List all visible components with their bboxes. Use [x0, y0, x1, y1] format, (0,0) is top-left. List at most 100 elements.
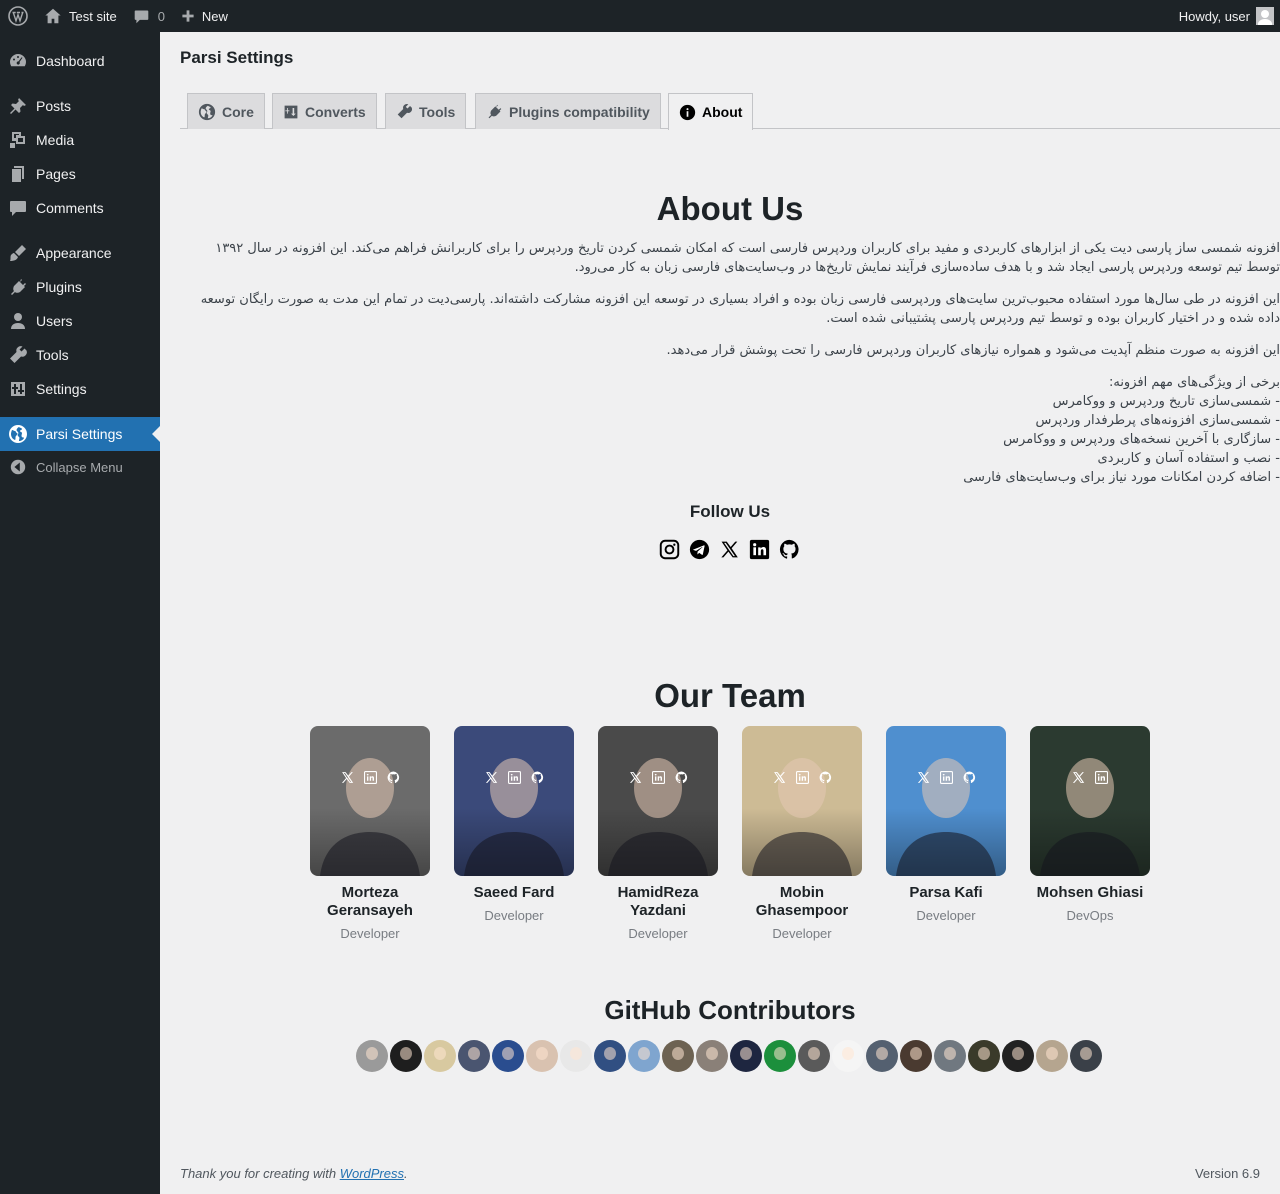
member-photo — [598, 726, 718, 876]
contributor-avatar[interactable] — [1070, 1040, 1102, 1072]
linkedin-icon[interactable] — [1094, 770, 1109, 785]
sidebar-item-settings[interactable]: Settings — [0, 372, 160, 406]
linkedin-icon[interactable] — [651, 770, 666, 785]
tab-label: Tools — [419, 103, 456, 120]
footer-thanks-suffix: . — [404, 1166, 408, 1181]
sidebar-item-parsi-settings[interactable]: Parsi Settings — [0, 417, 160, 451]
telegram-icon[interactable] — [688, 538, 710, 560]
site-name-link[interactable]: Test site — [36, 0, 125, 32]
about-us-heading: About Us — [656, 190, 804, 227]
contributor-avatar[interactable] — [356, 1040, 388, 1072]
pin-icon — [0, 96, 36, 116]
wordpress-link[interactable]: WordPress — [340, 1166, 404, 1181]
footer-version: Version 6.9 — [1194, 1166, 1260, 1181]
contributor-avatar[interactable] — [560, 1040, 592, 1072]
linkedin-icon[interactable] — [748, 538, 770, 560]
x-icon[interactable] — [1071, 770, 1086, 785]
contributor-avatar[interactable] — [628, 1040, 660, 1072]
sidebar-item-posts[interactable]: Posts — [0, 89, 160, 123]
user-account-link[interactable]: Howdy, user — [1171, 0, 1280, 32]
x-icon[interactable] — [718, 538, 740, 560]
contributor-avatar[interactable] — [390, 1040, 422, 1072]
contributor-avatar[interactable] — [662, 1040, 694, 1072]
github-icon[interactable] — [674, 770, 689, 785]
member-name: Morteza Geransayeh — [327, 884, 413, 919]
comments-link[interactable]: 0 — [125, 0, 173, 32]
tab-converts[interactable]: Converts — [272, 93, 377, 129]
tab-core[interactable]: Core — [187, 93, 265, 129]
contributor-avatar[interactable] — [526, 1040, 558, 1072]
contributor-avatar[interactable] — [832, 1040, 864, 1072]
contributor-avatar[interactable] — [764, 1040, 796, 1072]
howdy-text: Howdy, user — [1178, 8, 1250, 24]
sidebar-item-plugins[interactable]: Plugins — [0, 270, 160, 304]
member-social-links — [1030, 770, 1150, 785]
contributor-avatar[interactable] — [968, 1040, 1000, 1072]
sidebar-label: Plugins — [36, 279, 82, 295]
feature-item: - نصب و استفاده آسان و کاربردی — [1097, 451, 1280, 466]
new-content-link[interactable]: New — [173, 0, 236, 32]
sidebar-label: Tools — [36, 347, 69, 363]
comment-icon — [134, 10, 148, 23]
team-member-card: Morteza Geransayeh Developer — [310, 726, 430, 941]
x-icon[interactable] — [484, 770, 499, 785]
github-icon[interactable] — [386, 770, 401, 785]
plug-icon — [0, 277, 36, 297]
linkedin-icon[interactable] — [795, 770, 810, 785]
github-icon[interactable] — [962, 770, 977, 785]
contributor-avatar[interactable] — [1036, 1040, 1068, 1072]
dashboard-icon — [0, 51, 36, 71]
contributor-avatar[interactable] — [730, 1040, 762, 1072]
contributor-avatar[interactable] — [900, 1040, 932, 1072]
user-avatar — [1256, 7, 1274, 25]
wrench-icon — [397, 103, 413, 119]
contributor-avatar[interactable] — [594, 1040, 626, 1072]
sidebar-label: Pages — [36, 166, 76, 182]
contributor-avatar[interactable] — [798, 1040, 830, 1072]
linkedin-icon[interactable] — [507, 770, 522, 785]
contributor-avatar[interactable] — [424, 1040, 456, 1072]
home-icon — [45, 8, 61, 24]
github-icon[interactable] — [818, 770, 833, 785]
plus-icon — [182, 10, 194, 22]
follow-us-heading: Follow Us — [689, 502, 771, 521]
wordpress-logo-icon[interactable] — [0, 0, 36, 32]
member-role: Developer — [628, 926, 688, 941]
sidebar-item-dashboard[interactable]: Dashboard — [0, 44, 160, 78]
team-member-card: HamidReza Yazdani Developer — [598, 726, 718, 941]
footer-thanks: Thank you for creating with WordPress. — [180, 1166, 408, 1181]
sidebar-item-pages[interactable]: Pages — [0, 157, 160, 191]
github-icon[interactable] — [530, 770, 545, 785]
linkedin-icon[interactable] — [363, 770, 378, 785]
contributor-avatar[interactable] — [492, 1040, 524, 1072]
sidebar-item-media[interactable]: Media — [0, 123, 160, 157]
contributor-avatar[interactable] — [458, 1040, 490, 1072]
sidebar-item-tools[interactable]: Tools — [0, 338, 160, 372]
x-icon[interactable] — [916, 770, 931, 785]
contributor-avatar[interactable] — [934, 1040, 966, 1072]
x-icon[interactable] — [772, 770, 787, 785]
contributor-avatar[interactable] — [866, 1040, 898, 1072]
contributor-avatar[interactable] — [1002, 1040, 1034, 1072]
member-role: Developer — [484, 908, 544, 923]
info-icon — [679, 104, 696, 120]
collapse-menu-button[interactable]: Collapse Menu — [0, 450, 160, 484]
instagram-icon[interactable] — [658, 538, 680, 560]
tab-plugins-compatibility[interactable]: Plugins compatibility — [475, 93, 661, 129]
linkedin-icon[interactable] — [939, 770, 954, 785]
x-icon[interactable] — [340, 770, 355, 785]
sidebar-label: Users — [36, 313, 73, 329]
tab-about[interactable]: About — [668, 93, 754, 130]
globe-icon — [0, 424, 36, 444]
github-icon[interactable] — [778, 538, 800, 560]
sidebar-label: Comments — [36, 200, 104, 216]
tab-tools[interactable]: Tools — [385, 93, 467, 129]
x-icon[interactable] — [628, 770, 643, 785]
plug-icon — [488, 104, 502, 119]
sidebar-item-users[interactable]: Users — [0, 304, 160, 338]
collapse-menu-label: Collapse Menu — [36, 459, 123, 475]
globe-icon — [198, 103, 216, 120]
sidebar-item-appearance[interactable]: Appearance — [0, 236, 160, 270]
contributor-avatar[interactable] — [696, 1040, 728, 1072]
sidebar-item-comments[interactable]: Comments — [0, 191, 160, 225]
